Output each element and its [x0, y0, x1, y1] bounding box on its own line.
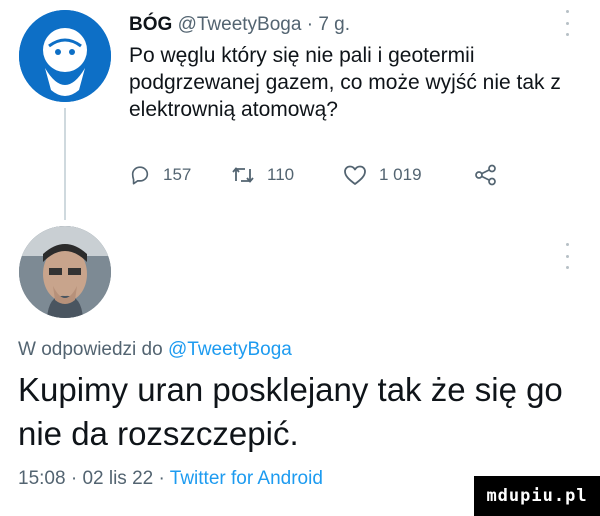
author-name[interactable]: BÓG	[129, 14, 172, 35]
tweet-header: BÓG @TweetyBoga · 7 g.	[129, 14, 350, 36]
more-icon[interactable]	[562, 10, 572, 36]
reply-meta: 15:08 · 02 lis 22 · Twitter for Android	[18, 467, 323, 491]
author-avatar[interactable]	[19, 10, 111, 102]
reply-avatar[interactable]	[19, 226, 111, 318]
retweet-icon	[232, 167, 254, 183]
retweet-count: 110	[267, 165, 295, 184]
tweet-actions: 157 110 1 019	[129, 160, 569, 190]
retweet-button[interactable]: 110	[231, 160, 294, 190]
watermark-text: mdupiu.pl	[486, 486, 588, 506]
meta-separator: ·	[70, 468, 78, 489]
reply-button[interactable]: 157	[129, 160, 191, 190]
like-icon	[344, 165, 366, 185]
share-button[interactable]	[475, 160, 497, 190]
thread-line	[64, 108, 66, 220]
replying-to-handle[interactable]: @TweetyBoga	[168, 339, 292, 360]
reply-icon	[131, 166, 149, 185]
tweet-time[interactable]: 7 g.	[318, 14, 350, 35]
author-handle[interactable]: @TweetyBoga	[178, 14, 302, 35]
like-button[interactable]: 1 019	[343, 160, 422, 190]
reply-count: 157	[163, 165, 192, 184]
meta-separator: ·	[306, 14, 314, 35]
share-icon	[475, 164, 496, 186]
reply-time[interactable]: 15:08	[18, 468, 66, 489]
more-icon[interactable]	[562, 243, 572, 269]
replying-to: W odpowiedzi do @TweetyBoga	[18, 338, 292, 362]
reply-source[interactable]: Twitter for Android	[170, 468, 323, 489]
tweet-text: Po węglu który się nie pali i geotermii …	[129, 44, 561, 121]
site-watermark: mdupiu.pl	[474, 476, 600, 516]
reply-date[interactable]: 02 lis 22	[82, 468, 153, 489]
replying-to-prefix: W odpowiedzi do	[18, 339, 163, 360]
reply-text: Kupimy uran posklejany tak że się go nie…	[18, 371, 563, 452]
like-count: 1 019	[379, 165, 422, 184]
meta-separator: ·	[158, 468, 165, 489]
